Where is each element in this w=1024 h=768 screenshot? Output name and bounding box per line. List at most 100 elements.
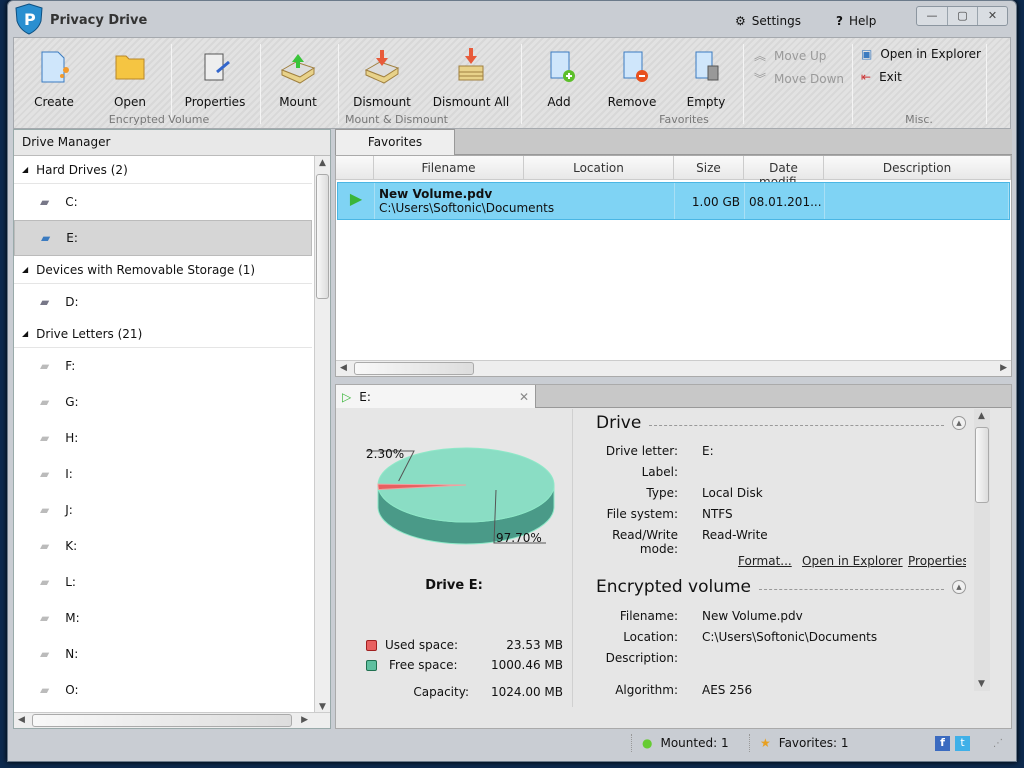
open-in-explorer-button[interactable]: ▣ Open in Explorer — [861, 47, 981, 61]
section-title: Encrypted volume — [596, 577, 752, 597]
drive-item-letter[interactable]: ▰ H: — [14, 420, 312, 456]
move-down-button[interactable]: ︾ Move Down — [754, 70, 844, 87]
properties-link[interactable]: Properties — [908, 554, 966, 568]
legend-free: Free space: 1000.46 MB — [366, 658, 563, 672]
twitter-icon[interactable]: t — [955, 735, 970, 751]
move-up-button[interactable]: ︽ Move Up — [754, 47, 826, 64]
drive-item-letter[interactable]: ▰ L: — [14, 564, 312, 600]
column-location[interactable]: Location — [524, 156, 674, 179]
facebook-icon[interactable]: f — [935, 735, 950, 751]
properties-clipboard-icon — [204, 53, 230, 81]
play-icon: ▷ — [342, 389, 352, 404]
column-date[interactable]: Date modifi... — [744, 156, 824, 189]
drive-item-letter[interactable]: ▰ K: — [14, 528, 312, 564]
type-value: Local Disk — [702, 486, 763, 500]
chevron-down-icon: ︾ — [754, 72, 767, 86]
tab-drive-e[interactable]: ▷ E: ✕ — [336, 385, 536, 408]
drive-tree-vscrollbar[interactable]: ▲ ▼ — [314, 156, 330, 714]
legend-used: Used space: 23.53 MB — [366, 638, 563, 652]
drive-item-letter[interactable]: ▰ N: — [14, 636, 312, 672]
collapse-arrow-icon: ◢ — [22, 165, 29, 174]
minimize-button[interactable]: — — [917, 7, 947, 25]
drive-item-d[interactable]: ▰ D: — [14, 284, 312, 320]
help-icon: ? — [836, 14, 843, 28]
create-volume-icon — [41, 51, 69, 83]
table-row[interactable]: ▶ New Volume.pdv C:\Users\Softonic\Docume… — [337, 182, 1010, 220]
field-label: Label: — [641, 465, 678, 479]
category-drive-letters[interactable]: ◢ Drive Letters (21) — [14, 320, 312, 348]
group-encrypted-volume: Encrypted Volume — [108, 113, 210, 126]
dismount-all-button[interactable]: Dismount All — [432, 46, 510, 109]
properties-button[interactable]: Properties — [179, 46, 251, 109]
resize-grip-icon[interactable]: ⋰ — [993, 738, 1003, 749]
drive-letter: H: — [65, 431, 79, 445]
drive-item-e[interactable]: ▰ E: — [14, 220, 312, 256]
drive-tree-hscrollbar[interactable]: ◀ ▶ — [14, 712, 330, 728]
capacity-value: 1024.00 MB — [490, 685, 563, 699]
details-vscrollbar[interactable]: ▲ ▼ — [974, 409, 990, 691]
favorites-hscrollbar[interactable]: ◀ ▶ — [336, 360, 1011, 376]
group-mount-dismount: Mount & Dismount — [344, 113, 448, 126]
capacity: Capacity: 1024.00 MB — [366, 685, 563, 699]
help-label: Help — [848, 14, 877, 28]
exit-button[interactable]: ⇤ Exit — [861, 70, 902, 84]
drive-letter-value: E: — [702, 444, 714, 458]
collapse-icon[interactable]: ▲ — [952, 416, 966, 430]
removable-drive-icon: ▰ — [40, 295, 50, 309]
used-value: 23.53 MB — [506, 638, 563, 652]
settings-button[interactable]: ⚙ Settings — [735, 14, 801, 28]
category-hard-drives[interactable]: ◢ Hard Drives (2) — [14, 156, 312, 184]
open-in-explorer-link[interactable]: Open in Explorer — [802, 554, 903, 568]
unassigned-drive-icon: ▰ — [40, 503, 50, 517]
collapse-icon[interactable]: ▲ — [952, 580, 966, 594]
filename-value: New Volume.pdv — [702, 609, 803, 623]
close-button[interactable]: ✕ — [977, 7, 1007, 25]
create-button[interactable]: Create — [26, 46, 82, 109]
collapse-arrow-icon: ◢ — [22, 329, 29, 338]
open-button[interactable]: Open — [102, 46, 158, 109]
open-label: Open — [113, 95, 147, 109]
main-panel: Favorites Filename Location Size Date mo… — [335, 129, 1012, 729]
section-drive: Drive ▲ — [596, 413, 966, 433]
empty-label: Empty — [686, 95, 726, 109]
column-filename[interactable]: Filename — [374, 156, 524, 179]
drive-item-letter[interactable]: ▰ O: — [14, 672, 312, 708]
drive-item-letter[interactable]: ▰ G: — [14, 384, 312, 420]
empty-favorites-button[interactable]: Empty — [678, 46, 734, 109]
unassigned-drive-icon: ▰ — [40, 431, 50, 445]
drive-item-letter[interactable]: ▰ I: — [14, 456, 312, 492]
format-link[interactable]: Format... — [738, 554, 792, 568]
drive-manager-panel: Drive Manager ◢ Hard Drives (2) ▰ C: ▰ E: ◢… — [13, 129, 331, 729]
rw-mode-value: Read-Write — [702, 528, 768, 542]
row-description — [825, 183, 1009, 219]
help-button[interactable]: ? Help — [836, 14, 876, 28]
unassigned-drive-icon: ▰ — [40, 611, 50, 625]
column-description[interactable]: Description — [824, 156, 1011, 179]
chevron-up-icon: ︽ — [754, 49, 767, 63]
maximize-button[interactable]: ▢ — [947, 7, 977, 25]
add-favorite-button[interactable]: Add — [534, 46, 584, 109]
drive-letter: J: — [65, 503, 73, 517]
close-tab-icon[interactable]: ✕ — [519, 390, 529, 404]
unassigned-drive-icon: ▰ — [40, 683, 50, 697]
mount-button[interactable]: Mount — [270, 46, 326, 109]
exit-label: Exit — [879, 70, 902, 84]
row-size: 1.00 GB — [675, 183, 745, 219]
dismount-all-icon — [458, 48, 484, 81]
drive-item-c[interactable]: ▰ C: — [14, 184, 312, 220]
category-removable[interactable]: ◢ Devices with Removable Storage (1) — [14, 256, 312, 284]
tab-favorites[interactable]: Favorites — [335, 129, 455, 155]
create-label: Create — [34, 95, 74, 109]
drive-item-letter[interactable]: ▰ M: — [14, 600, 312, 636]
open-explorer-label: Open in Explorer — [880, 47, 981, 61]
properties-label: Properties — [184, 95, 246, 109]
drive-item-letter[interactable]: ▰ F: — [14, 348, 312, 384]
dismount-button[interactable]: Dismount — [348, 46, 416, 109]
mounted-play-icon: ▶ — [338, 183, 375, 219]
column-size[interactable]: Size — [674, 156, 744, 179]
group-favorites: Favorites — [659, 113, 709, 126]
drive-letter: L: — [65, 575, 76, 589]
pie-label-free: 97.70% — [496, 531, 542, 545]
remove-favorite-button[interactable]: Remove — [602, 46, 662, 109]
drive-item-letter[interactable]: ▰ J: — [14, 492, 312, 528]
